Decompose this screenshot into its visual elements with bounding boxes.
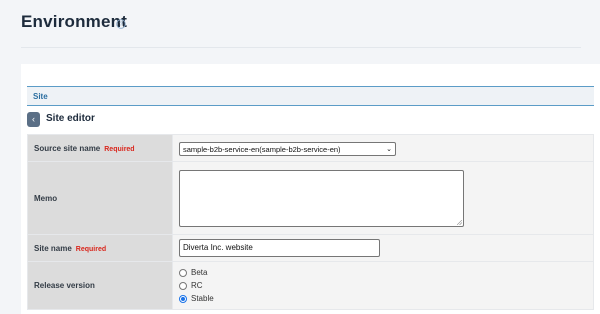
release-version-field-cell: Beta RC Stable — [172, 261, 594, 310]
section-label[interactable]: Site — [33, 92, 48, 101]
radio-button[interactable] — [179, 268, 187, 277]
site-name-label: Site name — [34, 243, 72, 253]
site-name-value: Diverta Inc. website — [183, 243, 253, 252]
radio-label: RC — [191, 281, 203, 290]
radio-label: Stable — [191, 294, 214, 303]
required-badge: Required — [75, 245, 107, 253]
memo-label: Memo — [34, 193, 58, 203]
question-circle-icon[interactable]: ? — [116, 19, 126, 29]
release-version-label-cell: Release version — [27, 261, 173, 310]
memo-label-cell: Memo — [27, 161, 173, 235]
source-site-label: Source site name — [34, 143, 101, 153]
required-badge: Required — [104, 145, 135, 153]
site-name-label-cell: Site name Required — [27, 234, 173, 262]
section-bar: Site — [27, 86, 594, 106]
radio-button[interactable] — [179, 281, 187, 290]
source-site-select-value: sample-b2b-service-en(sample-b2b-service… — [183, 145, 341, 154]
page-header: Environment ? — [0, 0, 600, 48]
form-row-source-site: Source site name Required sample-b2b-serv… — [27, 134, 594, 162]
form-row-site-name: Site name Required Diverta Inc. website — [27, 234, 594, 262]
radio-option-stable[interactable]: Stable — [179, 292, 593, 305]
back-button[interactable]: ‹ — [27, 112, 40, 127]
form-row-memo: Memo — [27, 161, 594, 235]
chevron-down-icon: ⌄ — [386, 146, 392, 153]
editor-title: Site editor — [46, 113, 95, 124]
svg-text:?: ? — [119, 22, 123, 28]
form-row-release-version: Release version Beta RC Stable — [27, 261, 594, 310]
site-name-input[interactable]: Diverta Inc. website — [179, 239, 380, 257]
release-version-label: Release version — [34, 281, 95, 290]
chevron-left-icon: ‹ — [32, 114, 35, 124]
radio-option-beta[interactable]: Beta — [179, 266, 593, 279]
radio-option-rc[interactable]: RC — [179, 279, 593, 292]
memo-field-cell — [172, 161, 594, 235]
resize-handle-icon[interactable] — [457, 219, 462, 225]
source-site-label-cell: Source site name Required — [27, 134, 173, 162]
site-name-field-cell: Diverta Inc. website — [172, 234, 594, 262]
page-title: Environment — [21, 12, 128, 31]
radio-label: Beta — [191, 268, 208, 277]
source-site-select[interactable]: sample-b2b-service-en(sample-b2b-service… — [179, 142, 396, 156]
radio-button-selected[interactable] — [179, 294, 187, 303]
source-site-field-cell: sample-b2b-service-en(sample-b2b-service… — [172, 134, 594, 162]
memo-textarea[interactable] — [179, 169, 464, 227]
header-divider — [21, 47, 581, 48]
content-panel: Site ‹ Site editor Source site name Requi… — [21, 64, 600, 314]
site-form: Source site name Required sample-b2b-serv… — [27, 134, 594, 310]
